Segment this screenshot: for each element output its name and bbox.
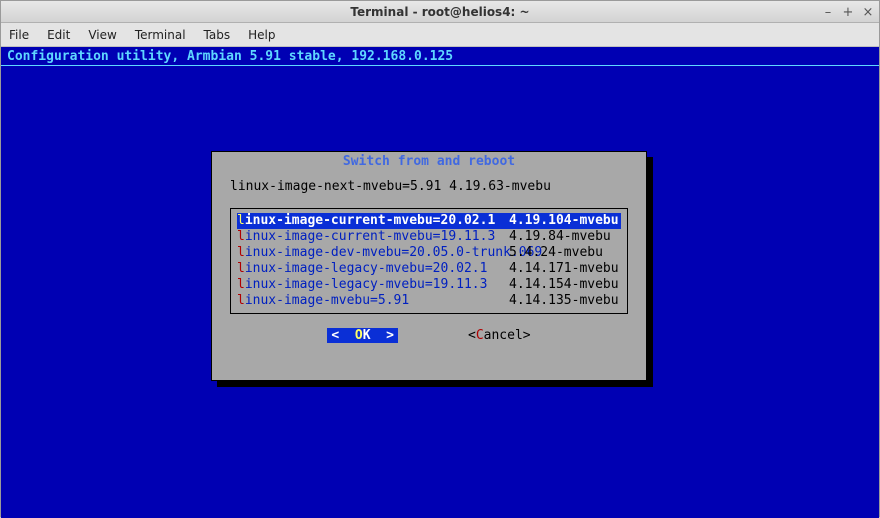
kernel-version: 4.19.84-mvebu xyxy=(497,229,621,245)
menu-view[interactable]: View xyxy=(88,28,116,42)
minimize-button[interactable]: – xyxy=(821,5,835,20)
kernel-first-letter: l xyxy=(237,277,245,292)
menu-terminal[interactable]: Terminal xyxy=(135,28,186,42)
kernel-first-letter: l xyxy=(237,213,245,228)
kernel-first-letter: l xyxy=(237,245,245,260)
kernel-list[interactable]: linux-image-current-mvebu=20.02.14.19.10… xyxy=(230,208,628,314)
kernel-package: inux-image-current-mvebu=20.02.1 xyxy=(245,213,495,228)
dialog-current-kernel: linux-image-next-mvebu=5.91 4.19.63-mveb… xyxy=(212,169,646,194)
kernel-package: inux-image-legacy-mvebu=20.02.1 xyxy=(245,261,488,276)
menu-help[interactable]: Help xyxy=(248,28,275,42)
kernel-version: 4.19.104-mvebu xyxy=(497,213,621,229)
menu-edit[interactable]: Edit xyxy=(47,28,70,42)
kernel-version: 4.14.171-mvebu xyxy=(497,261,621,277)
kernel-option[interactable]: linux-image-dev-mvebu=20.05.0-trunk.0695… xyxy=(237,245,621,261)
kernel-option[interactable]: linux-image-mvebu=5.91 4.14.135-mvebu xyxy=(237,293,621,309)
menu-file[interactable]: File xyxy=(9,28,29,42)
dialog-buttons: < OK > <Cancel> xyxy=(212,328,646,343)
close-button[interactable]: × xyxy=(861,5,875,20)
menu-tabs[interactable]: Tabs xyxy=(204,28,231,42)
kernel-version: 5.4.24-mvebu xyxy=(497,245,621,261)
kernel-version: 4.14.135-mvebu xyxy=(497,293,621,309)
window-title: Terminal - root@helios4: ~ xyxy=(1,5,879,19)
kernel-option[interactable]: linux-image-legacy-mvebu=20.02.1 4.14.171… xyxy=(237,261,621,277)
kernel-option[interactable]: linux-image-current-mvebu=20.02.14.19.10… xyxy=(237,213,621,229)
kernel-first-letter: l xyxy=(237,229,245,244)
kernel-package: inux-image-mvebu=5.91 xyxy=(245,293,409,308)
dialog-title: Switch from and reboot xyxy=(212,152,646,169)
kernel-option[interactable]: linux-image-legacy-mvebu=19.11.3 4.14.154… xyxy=(237,277,621,293)
window-titlebar: Terminal - root@helios4: ~ – + × xyxy=(1,1,879,23)
kernel-version: 4.14.154-mvebu xyxy=(497,277,621,293)
cancel-button[interactable]: <Cancel> xyxy=(468,328,531,343)
kernel-switch-dialog: Switch from and reboot linux-image-next-… xyxy=(211,151,647,381)
window-buttons: – + × xyxy=(821,1,875,23)
menu-bar: File Edit View Terminal Tabs Help xyxy=(1,23,879,47)
kernel-package: inux-image-legacy-mvebu=19.11.3 xyxy=(245,277,488,292)
kernel-first-letter: l xyxy=(237,261,245,276)
kernel-first-letter: l xyxy=(237,293,245,308)
terminal-header: Configuration utility, Armbian 5.91 stab… xyxy=(1,47,879,66)
kernel-package: inux-image-current-mvebu=19.11.3 xyxy=(245,229,495,244)
terminal-pane[interactable]: Configuration utility, Armbian 5.91 stab… xyxy=(1,47,879,518)
ok-button[interactable]: < OK > xyxy=(327,328,398,343)
maximize-button[interactable]: + xyxy=(841,5,855,20)
kernel-option[interactable]: linux-image-current-mvebu=19.11.34.19.84… xyxy=(237,229,621,245)
